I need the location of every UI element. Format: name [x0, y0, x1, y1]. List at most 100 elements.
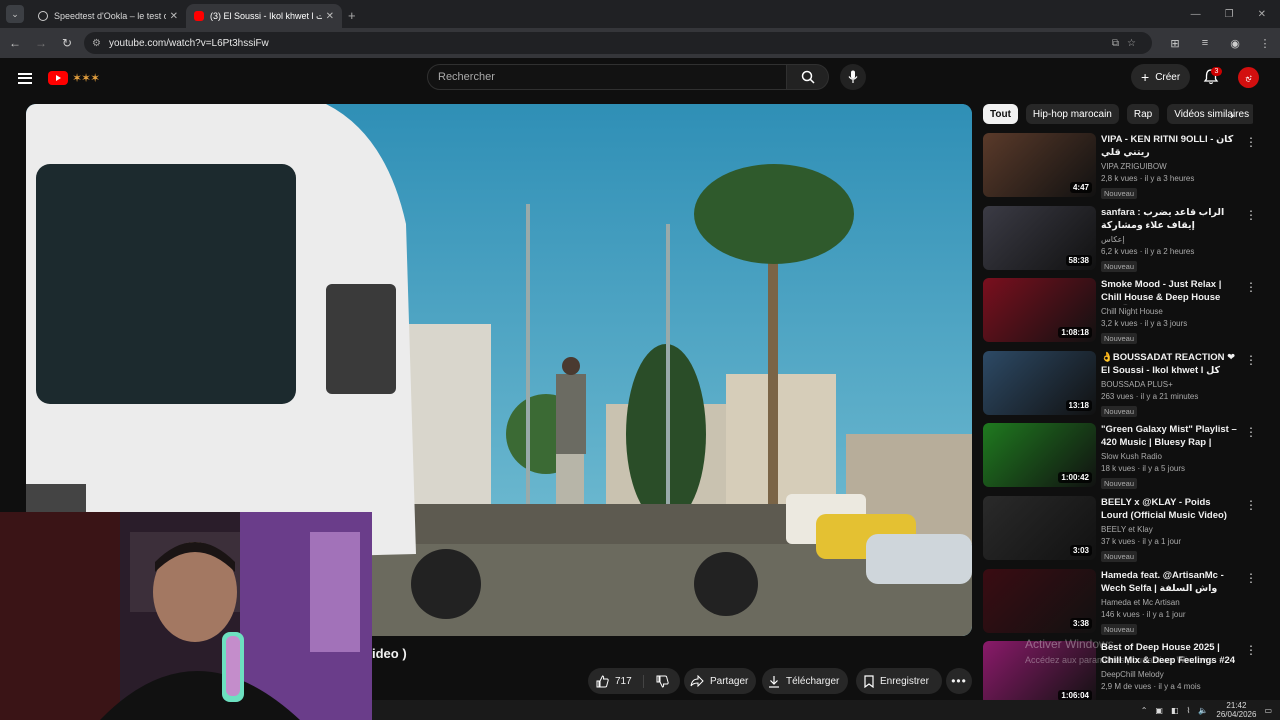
video-meta: 18 k vues · il y a 5 jours	[1101, 464, 1186, 474]
tray-app-icon[interactable]: ▣	[1155, 706, 1163, 715]
dislike-button[interactable]	[644, 675, 680, 688]
more-vertical-icon[interactable]: ⋮	[1245, 425, 1257, 439]
chip-moroccan-hiphop[interactable]: Hip-hop marocain	[1025, 104, 1119, 124]
recommendation-item[interactable]: 58:38 sanfara : الراب قاعد يضرب إيقاف علا…	[983, 205, 1273, 272]
save-button[interactable]: Enregistrer	[856, 668, 942, 694]
video-thumbnail[interactable]: 4:47	[983, 133, 1096, 197]
close-tab-icon[interactable]: ✕	[170, 11, 178, 22]
chip-all[interactable]: Tout	[983, 104, 1018, 124]
recommendation-item[interactable]: 4:47 VIPA - KEN RITNI 9OLLI - كان ريتني ق…	[983, 133, 1273, 199]
bookmark-star-icon[interactable]: ☆	[1127, 38, 1136, 49]
close-tab-icon[interactable]: ✕	[326, 11, 334, 22]
browser-menu-icon[interactable]: ⋮	[1250, 37, 1280, 50]
share-label: Partager	[710, 675, 749, 687]
chip-rap[interactable]: Rap	[1126, 104, 1160, 124]
more-vertical-icon[interactable]: ⋮	[1245, 353, 1257, 367]
create-button[interactable]: + Créer	[1131, 64, 1191, 90]
recommendation-item[interactable]: 3:38 Hameda feat. @ArtisanMc - Wech Selfa…	[983, 568, 1273, 635]
minimize-icon[interactable]: —	[1191, 9, 1201, 20]
tray-app-icon[interactable]: ◧	[1171, 706, 1179, 715]
video-thumbnail[interactable]: 1:08:18	[983, 278, 1096, 343]
more-vertical-icon[interactable]: ⋮	[1245, 280, 1257, 294]
volume-icon[interactable]: 🔈	[1198, 706, 1208, 715]
video-info: 👌BOUSSADAT REACTION ❤ El Soussi - Ikol k…	[1101, 351, 1237, 419]
search-icon	[801, 70, 815, 84]
more-vertical-icon[interactable]: ⋮	[1245, 498, 1257, 512]
menu-icon[interactable]	[18, 72, 32, 84]
video-thumbnail[interactable]: 3:03	[983, 496, 1096, 560]
url-bar[interactable]: ⚙ youtube.com/watch?v=L6Pt3hssiFw ⧉ ☆	[84, 32, 1152, 54]
tab-speedtest[interactable]: Speedtest d'Ookla – le test de ✕	[30, 4, 186, 28]
chip-similar-videos[interactable]: Vidéos similaires	[1167, 104, 1253, 124]
duration-badge: 3:03	[1069, 545, 1092, 556]
profile-icon[interactable]: ◉	[1220, 37, 1250, 50]
tab-search-button[interactable]: ⌄	[6, 5, 24, 23]
more-vertical-icon[interactable]: ⋮	[1245, 643, 1257, 657]
related-filter-chips: Tout Hip-hop marocain Rap Vidéos similai…	[983, 104, 1253, 124]
back-icon[interactable]: ←	[2, 36, 28, 50]
more-vertical-icon[interactable]: ⋮	[1245, 571, 1257, 585]
new-badge: Nouveau	[1101, 551, 1138, 562]
youtube-play-icon	[48, 71, 68, 85]
video-thumbnail[interactable]: 58:38	[983, 205, 1096, 270]
video-title[interactable]: Smoke Mood - Just Relax | Chill House & …	[1101, 278, 1237, 305]
forward-icon[interactable]: →	[28, 36, 54, 50]
maximize-icon[interactable]: ❐	[1225, 9, 1234, 20]
chips-next-chevron-icon[interactable]: ›	[1230, 108, 1234, 122]
video-thumbnail[interactable]: 3:38	[983, 568, 1096, 633]
recommendation-item[interactable]: 1:00:42 "Green Galaxy Mist" Playlist – 42…	[983, 423, 1273, 491]
tray-chevron-icon[interactable]: ⌃	[1141, 706, 1148, 715]
channel-name[interactable]: BOUSSADA PLUS+	[1101, 380, 1237, 389]
more-vertical-icon[interactable]: ⋮	[1245, 208, 1257, 222]
more-actions-button[interactable]: •••	[946, 668, 972, 694]
close-window-icon[interactable]: ✕	[1258, 9, 1266, 20]
video-thumbnail[interactable]: 13:18	[983, 350, 1096, 415]
new-tab-button[interactable]: +	[348, 8, 356, 23]
recommendation-item[interactable]: 13:18 👌BOUSSADAT REACTION ❤ El Soussi - I…	[983, 350, 1273, 419]
channel-name[interactable]: DeepChill Melody	[1101, 670, 1237, 679]
video-title[interactable]: Hameda feat. @ArtisanMc - Wech Selfa | و…	[1101, 569, 1237, 596]
notification-count-badge: 3	[1211, 67, 1222, 76]
channel-name[interactable]: Hameda et Mc Artisan	[1101, 598, 1237, 607]
taskbar-clock[interactable]: 21:42 26/04/2026	[1216, 701, 1256, 719]
media-icon[interactable]: ≡	[1190, 37, 1220, 49]
search-placeholder: Rechercher	[438, 71, 495, 83]
tab-title: Speedtest d'Ookla – le test de	[54, 11, 166, 21]
download-icon	[769, 675, 779, 688]
recommendation-item[interactable]: 1:08:18 Smoke Mood - Just Relax | Chill H…	[983, 278, 1273, 345]
recommendation-item[interactable]: 3:03 BEELY x @KLAY - Poids Lourd (Officia…	[983, 496, 1273, 562]
video-title[interactable]: "Green Galaxy Mist" Playlist – 420 Music…	[1101, 423, 1237, 450]
wifi-icon[interactable]: ⌇	[1187, 706, 1191, 715]
video-thumbnail[interactable]: 1:00:42	[983, 423, 1096, 488]
extensions-icon[interactable]: ⊞	[1160, 37, 1190, 50]
reload-icon[interactable]: ↻	[54, 36, 80, 50]
site-info-icon[interactable]: ⚙	[92, 38, 101, 49]
channel-name[interactable]: VIPA ZRIGUIBOW	[1101, 162, 1237, 171]
thumbs-up-icon	[596, 674, 609, 687]
install-app-icon[interactable]: ⧉	[1112, 38, 1119, 49]
youtube-logo[interactable]: ✶✶✶	[48, 71, 100, 85]
channel-name[interactable]: Slow Kush Radio	[1101, 452, 1237, 461]
channel-name[interactable]: إعكاس	[1101, 235, 1237, 244]
channel-name[interactable]: BEELY et Klay	[1101, 525, 1237, 534]
video-title[interactable]: VIPA - KEN RITNI 9OLLI - كان ريتني قلي	[1101, 133, 1237, 160]
address-toolbar: ← → ↻ ⚙ youtube.com/watch?v=L6Pt3hssiFw …	[0, 28, 1280, 58]
share-button[interactable]: Partager	[684, 668, 756, 694]
voice-search-button[interactable]	[840, 64, 866, 90]
notification-center-icon[interactable]: ▭	[1264, 706, 1272, 715]
video-meta: 3,2 k vues · il y a 3 jours	[1101, 319, 1188, 329]
search-button[interactable]	[787, 64, 829, 90]
channel-name[interactable]: Chill Night House	[1101, 307, 1237, 316]
video-title[interactable]: 👌BOUSSADAT REACTION ❤ El Soussi - Ikol k…	[1101, 351, 1237, 378]
search-input[interactable]: Rechercher	[427, 64, 787, 90]
more-vertical-icon[interactable]: ⋮	[1245, 135, 1257, 149]
video-title[interactable]: sanfara : الراب قاعد يضرب إيقاف علاء ومش…	[1101, 206, 1237, 233]
video-meta: 2,8 k vues · il y a 3 heures	[1101, 174, 1195, 183]
like-button[interactable]: 717	[588, 674, 644, 688]
video-title[interactable]: BEELY x @KLAY - Poids Lourd (Official Mu…	[1101, 496, 1237, 523]
download-button[interactable]: Télécharger	[762, 668, 848, 694]
account-avatar[interactable]: ٹخ	[1238, 67, 1259, 88]
tab-youtube[interactable]: (3) El Soussi - Ikol khwet l خوات ✕	[186, 4, 342, 28]
video-info: "Green Galaxy Mist" Playlist – 420 Music…	[1101, 423, 1237, 491]
duration-badge: 4:47	[1069, 182, 1092, 193]
